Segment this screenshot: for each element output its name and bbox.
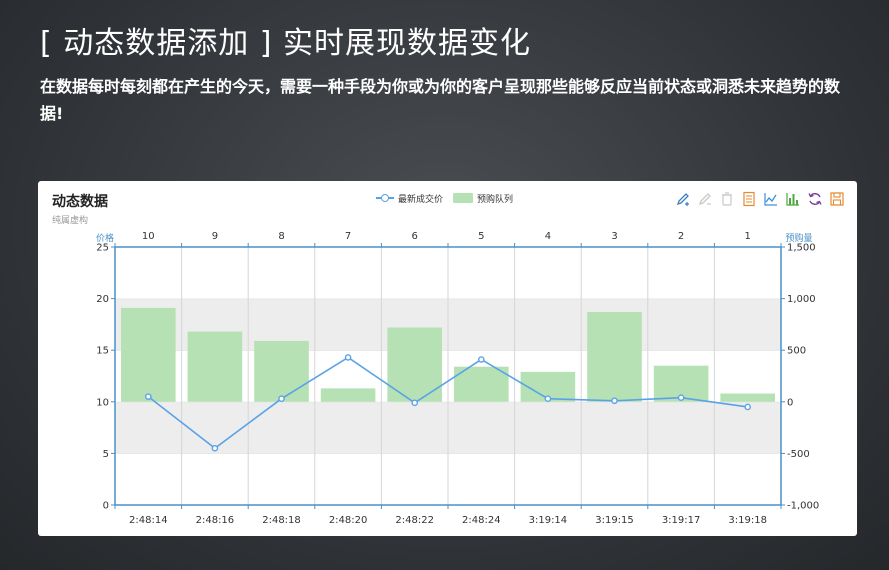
x-top-tick-label: 8 <box>278 231 284 242</box>
line-point <box>611 397 618 405</box>
y-right-axis-name: 预购量 <box>785 232 812 244</box>
line-point <box>344 354 352 361</box>
x-top-tick-label: 2 <box>678 231 684 242</box>
chart-card: 动态数据 纯属虚构 最新成交价 预购队列 0 5 10 15 20 25 -1,… <box>38 181 857 536</box>
y-left-axis-name: 价格 <box>96 232 114 244</box>
line-point <box>278 395 285 403</box>
x-bottom-tick-label: 3:19:17 <box>662 515 701 526</box>
x-bottom-tick-label: 3:19:14 <box>529 515 568 526</box>
x-top-tick-label: 3 <box>611 231 617 242</box>
x-bottom-tick-label: 2:48:14 <box>129 515 168 526</box>
x-bottom-tick-label: 2:48:24 <box>462 515 501 526</box>
y-right-tick-label: 1,500 <box>787 243 816 254</box>
line-point <box>145 393 152 400</box>
y-left-tick-label: 10 <box>96 397 109 408</box>
bar <box>320 388 376 402</box>
line-point <box>544 395 552 403</box>
bar <box>720 393 775 402</box>
y-right-tick-label: -1,000 <box>787 501 819 512</box>
y-right-tick-label: -500 <box>787 449 810 460</box>
line-point <box>411 399 419 407</box>
line-point <box>677 394 685 401</box>
x-top-tick-label: 9 <box>212 231 218 242</box>
y-left-tick-label: 25 <box>96 243 109 254</box>
x-bottom-tick-label: 3:19:15 <box>595 515 634 526</box>
x-top-tick-label: 5 <box>478 231 484 242</box>
x-top-tick-label: 7 <box>345 231 351 242</box>
x-top-tick-label: 1 <box>745 231 751 242</box>
y-right-tick-label: 0 <box>787 397 793 408</box>
chart-plot: 0510152025-1,000-50005001,0001,5002:48:1… <box>96 231 819 526</box>
x-bottom-tick-label: 3:19:18 <box>728 515 767 526</box>
y-left-tick-label: 15 <box>96 346 109 357</box>
y-left-tick-label: 20 <box>96 294 109 305</box>
y-right-tick-label: 500 <box>787 346 806 357</box>
x-top-tick-label: 4 <box>545 231 551 242</box>
y-left-tick-label: 5 <box>103 449 109 460</box>
x-top-tick-label: 10 <box>142 231 155 242</box>
bar <box>121 307 176 402</box>
slide-description: 在数据每时每刻都在产生的今天，需要一种手段为你或为你的客户呈现那些能够反应当前状… <box>40 77 841 123</box>
x-bottom-tick-label: 2:48:22 <box>395 515 434 526</box>
line-point <box>211 444 219 452</box>
line-point <box>477 356 485 363</box>
line-point <box>744 403 752 411</box>
y-right-tick-label: 1,000 <box>787 294 816 305</box>
x-top-tick-label: 6 <box>412 231 418 242</box>
x-bottom-tick-label: 2:48:16 <box>196 515 235 526</box>
bar <box>187 331 243 402</box>
x-bottom-tick-label: 2:48:20 <box>329 515 368 526</box>
y-left-tick-label: 0 <box>103 501 109 512</box>
bar <box>254 340 309 402</box>
bar <box>587 312 642 402</box>
slide-title: [ 动态数据添加 ] 实时展现数据变化 <box>40 26 532 61</box>
x-bottom-tick-label: 2:48:18 <box>262 515 301 526</box>
